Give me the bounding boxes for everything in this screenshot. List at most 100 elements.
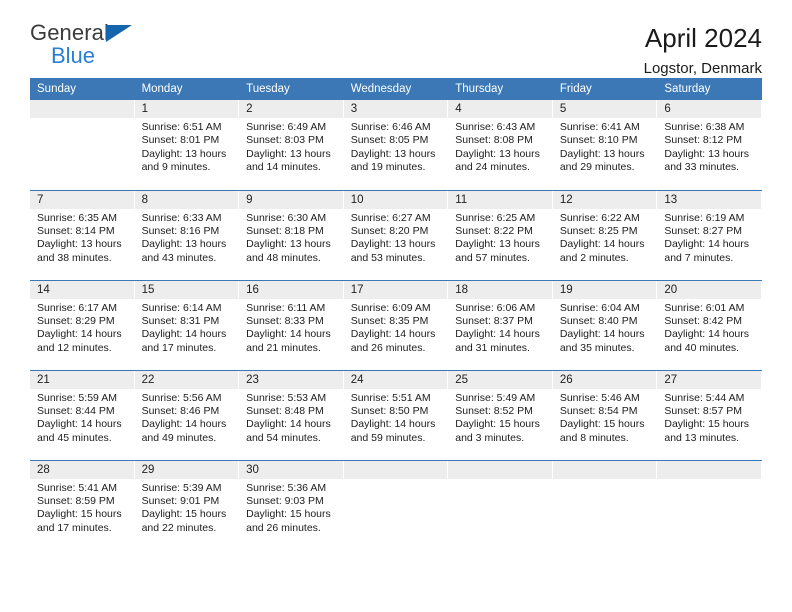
calendar-day-cell[interactable]: 11 Sunrise: 6:25 AM Sunset: 8:22 PM Dayligh… xyxy=(448,189,553,280)
calendar-day-cell[interactable]: 3 Sunrise: 6:46 AM Sunset: 8:05 PM Daylight… xyxy=(343,100,449,190)
sunset-text: Sunset: 8:08 PM xyxy=(455,134,533,147)
sunrise-text: Sunrise: 6:33 AM xyxy=(141,211,222,224)
daylight-text-line1: Daylight: 14 hours xyxy=(37,418,122,431)
logo-text-general: General xyxy=(30,20,109,45)
daylight-text-line1: Daylight: 15 hours xyxy=(455,418,540,431)
calendar-day-cell-empty xyxy=(657,459,762,550)
day-details: Sunrise: 6:25 AM Sunset: 8:22 PM Daylight:… xyxy=(448,209,553,266)
daylight-text-line1: Daylight: 13 hours xyxy=(141,238,227,251)
day-details: Sunrise: 6:38 AM Sunset: 8:12 PM Daylight:… xyxy=(657,118,762,175)
calendar-day-cell[interactable]: 17 Sunrise: 6:09 AM Sunset: 8:35 PM Dayligh… xyxy=(343,279,449,370)
calendar-day-cell[interactable]: 8 Sunrise: 6:33 AM Sunset: 8:16 PM Daylight… xyxy=(134,189,240,280)
calendar-day-cell[interactable]: 19 Sunrise: 6:04 AM Sunset: 8:40 PM Dayligh… xyxy=(552,279,658,370)
day-number: 10 xyxy=(343,190,449,209)
calendar-week-row: 7 Sunrise: 6:35 AM Sunset: 8:14 PM Daylight… xyxy=(30,189,762,280)
day-details: Sunrise: 6:04 AM Sunset: 8:40 PM Daylight:… xyxy=(553,299,658,356)
calendar-day-cell[interactable]: 29 Sunrise: 5:39 AM Sunset: 9:01 PM Dayligh… xyxy=(134,459,240,550)
day-number: 22 xyxy=(134,370,240,389)
daylight-text-line1: Daylight: 15 hours xyxy=(37,508,122,521)
day-number: 29 xyxy=(134,460,240,479)
calendar-day-cell[interactable]: 22 Sunrise: 5:56 AM Sunset: 8:46 PM Dayligh… xyxy=(134,369,240,460)
daylight-text-line2: and 59 minutes. xyxy=(350,431,426,444)
sunrise-text: Sunrise: 6:43 AM xyxy=(455,121,536,133)
daylight-text-line2: and 29 minutes. xyxy=(559,161,635,174)
weekday-header-tuesday: Tuesday xyxy=(239,78,344,100)
day-details: Sunrise: 5:36 AM Sunset: 9:03 PM Daylight:… xyxy=(239,479,344,536)
day-details: Sunrise: 6:17 AM Sunset: 8:29 PM Daylight:… xyxy=(30,299,135,356)
calendar-day-cell[interactable]: 12 Sunrise: 6:22 AM Sunset: 8:25 PM Dayligh… xyxy=(552,189,658,280)
daylight-text-line2: and 33 minutes. xyxy=(664,161,740,174)
day-details: Sunrise: 5:49 AM Sunset: 8:52 PM Daylight:… xyxy=(448,389,553,446)
daylight-text-line1: Daylight: 14 hours xyxy=(246,328,331,341)
daylight-text-line1: Daylight: 14 hours xyxy=(141,328,227,341)
calendar-day-cell[interactable]: 6 Sunrise: 6:38 AM Sunset: 8:12 PM Daylight… xyxy=(657,100,762,190)
weekday-header-friday: Friday xyxy=(552,78,658,100)
sunset-text: Sunset: 8:57 PM xyxy=(664,404,743,417)
sunrise-text: Sunrise: 6:25 AM xyxy=(455,211,536,224)
sunset-text: Sunset: 8:59 PM xyxy=(37,494,115,507)
sunset-text: Sunset: 9:01 PM xyxy=(141,494,220,507)
sunrise-text: Sunrise: 5:59 AM xyxy=(37,391,117,404)
generalblue-logo[interactable]: General Blue xyxy=(30,22,150,72)
calendar-day-cell[interactable]: 15 Sunrise: 6:14 AM Sunset: 8:31 PM Dayligh… xyxy=(134,279,240,370)
calendar-day-cell[interactable]: 16 Sunrise: 6:11 AM Sunset: 8:33 PM Dayligh… xyxy=(239,279,344,370)
sunset-text: Sunset: 8:03 PM xyxy=(246,134,324,147)
daylight-text-line2: and 49 minutes. xyxy=(141,431,217,444)
sunset-text: Sunset: 8:01 PM xyxy=(141,134,220,147)
calendar-day-cell[interactable]: 18 Sunrise: 6:06 AM Sunset: 8:37 PM Dayligh… xyxy=(448,279,553,370)
sunrise-text: Sunrise: 5:46 AM xyxy=(559,391,640,404)
daylight-text-line1: Daylight: 14 hours xyxy=(37,328,122,341)
calendar-day-cell[interactable]: 14 Sunrise: 6:17 AM Sunset: 8:29 PM Dayligh… xyxy=(30,279,135,370)
daylight-text-line2: and 40 minutes. xyxy=(664,341,740,354)
calendar-table: Sunday Monday Tuesday Wednesday Thursday… xyxy=(30,78,762,550)
daylight-text-line1: Daylight: 13 hours xyxy=(37,238,122,251)
day-details: Sunrise: 6:49 AM Sunset: 8:03 PM Daylight:… xyxy=(239,118,344,175)
calendar-day-cell[interactable]: 7 Sunrise: 6:35 AM Sunset: 8:14 PM Daylight… xyxy=(30,189,135,280)
sunset-text: Sunset: 8:16 PM xyxy=(141,224,220,237)
day-number xyxy=(30,100,135,118)
calendar-day-cell[interactable]: 24 Sunrise: 5:51 AM Sunset: 8:50 PM Dayligh… xyxy=(343,369,449,460)
calendar-week-row: 21 Sunrise: 5:59 AM Sunset: 8:44 PM Dayligh… xyxy=(30,369,762,460)
daylight-text-line1: Daylight: 14 hours xyxy=(350,418,436,431)
day-details: Sunrise: 6:09 AM Sunset: 8:35 PM Daylight:… xyxy=(344,299,449,356)
day-number: 24 xyxy=(343,370,449,389)
daylight-text-line2: and 54 minutes. xyxy=(246,431,321,444)
daylight-text-line2: and 7 minutes. xyxy=(664,251,734,264)
day-number: 21 xyxy=(30,370,135,389)
sunrise-text: Sunrise: 5:49 AM xyxy=(455,391,536,404)
day-details: Sunrise: 6:33 AM Sunset: 8:16 PM Daylight:… xyxy=(135,209,240,266)
calendar-day-cell[interactable]: 23 Sunrise: 5:53 AM Sunset: 8:48 PM Dayligh… xyxy=(239,369,344,460)
calendar-day-cell[interactable]: 30 Sunrise: 5:36 AM Sunset: 9:03 PM Dayligh… xyxy=(239,459,344,550)
sunset-text: Sunset: 8:54 PM xyxy=(559,404,638,417)
calendar-day-cell[interactable]: 1 Sunrise: 6:51 AM Sunset: 8:01 PM Daylight… xyxy=(134,100,240,190)
daylight-text-line2: and 9 minutes. xyxy=(141,161,211,174)
calendar-day-cell[interactable]: 28 Sunrise: 5:41 AM Sunset: 8:59 PM Dayligh… xyxy=(30,459,135,550)
day-details: Sunrise: 6:27 AM Sunset: 8:20 PM Daylight:… xyxy=(344,209,449,266)
calendar-day-cell[interactable]: 10 Sunrise: 6:27 AM Sunset: 8:20 PM Dayligh… xyxy=(343,189,449,280)
day-number: 25 xyxy=(448,370,553,389)
daylight-text-line1: Daylight: 15 hours xyxy=(141,508,227,521)
sunrise-text: Sunrise: 6:41 AM xyxy=(559,121,640,133)
calendar-day-cell[interactable]: 27 Sunrise: 5:44 AM Sunset: 8:57 PM Dayligh… xyxy=(657,369,762,460)
daylight-text-line1: Daylight: 13 hours xyxy=(246,238,331,251)
calendar-day-cell[interactable]: 25 Sunrise: 5:49 AM Sunset: 8:52 PM Dayligh… xyxy=(448,369,553,460)
calendar-day-cell[interactable]: 5 Sunrise: 6:41 AM Sunset: 8:10 PM Daylight… xyxy=(552,100,658,190)
day-number: 5 xyxy=(552,100,658,118)
sunrise-text: Sunrise: 5:39 AM xyxy=(141,481,222,494)
calendar-day-cell[interactable]: 4 Sunrise: 6:43 AM Sunset: 8:08 PM Daylight… xyxy=(448,100,553,190)
sunset-text: Sunset: 8:42 PM xyxy=(664,314,743,327)
sunrise-text: Sunrise: 6:06 AM xyxy=(455,301,536,314)
calendar-day-cell[interactable]: 13 Sunrise: 6:19 AM Sunset: 8:27 PM Dayligh… xyxy=(657,189,762,280)
day-details: Sunrise: 6:14 AM Sunset: 8:31 PM Daylight:… xyxy=(135,299,240,356)
sunset-text: Sunset: 8:29 PM xyxy=(37,314,115,327)
calendar-day-cell[interactable]: 20 Sunrise: 6:01 AM Sunset: 8:42 PM Dayligh… xyxy=(657,279,762,370)
calendar-day-cell[interactable]: 2 Sunrise: 6:49 AM Sunset: 8:03 PM Daylight… xyxy=(239,100,344,190)
calendar-day-cell[interactable]: 26 Sunrise: 5:46 AM Sunset: 8:54 PM Dayligh… xyxy=(552,369,658,460)
daylight-text-line2: and 17 minutes. xyxy=(37,521,112,534)
calendar-day-cell[interactable]: 21 Sunrise: 5:59 AM Sunset: 8:44 PM Dayligh… xyxy=(30,369,135,460)
calendar-day-cell[interactable]: 9 Sunrise: 6:30 AM Sunset: 8:18 PM Daylight… xyxy=(239,189,344,280)
title-block: April 2024 Logstor, Denmark xyxy=(644,22,762,77)
sunrise-text: Sunrise: 6:38 AM xyxy=(664,121,745,133)
day-number: 30 xyxy=(239,460,344,479)
daylight-text-line2: and 13 minutes. xyxy=(664,431,740,444)
